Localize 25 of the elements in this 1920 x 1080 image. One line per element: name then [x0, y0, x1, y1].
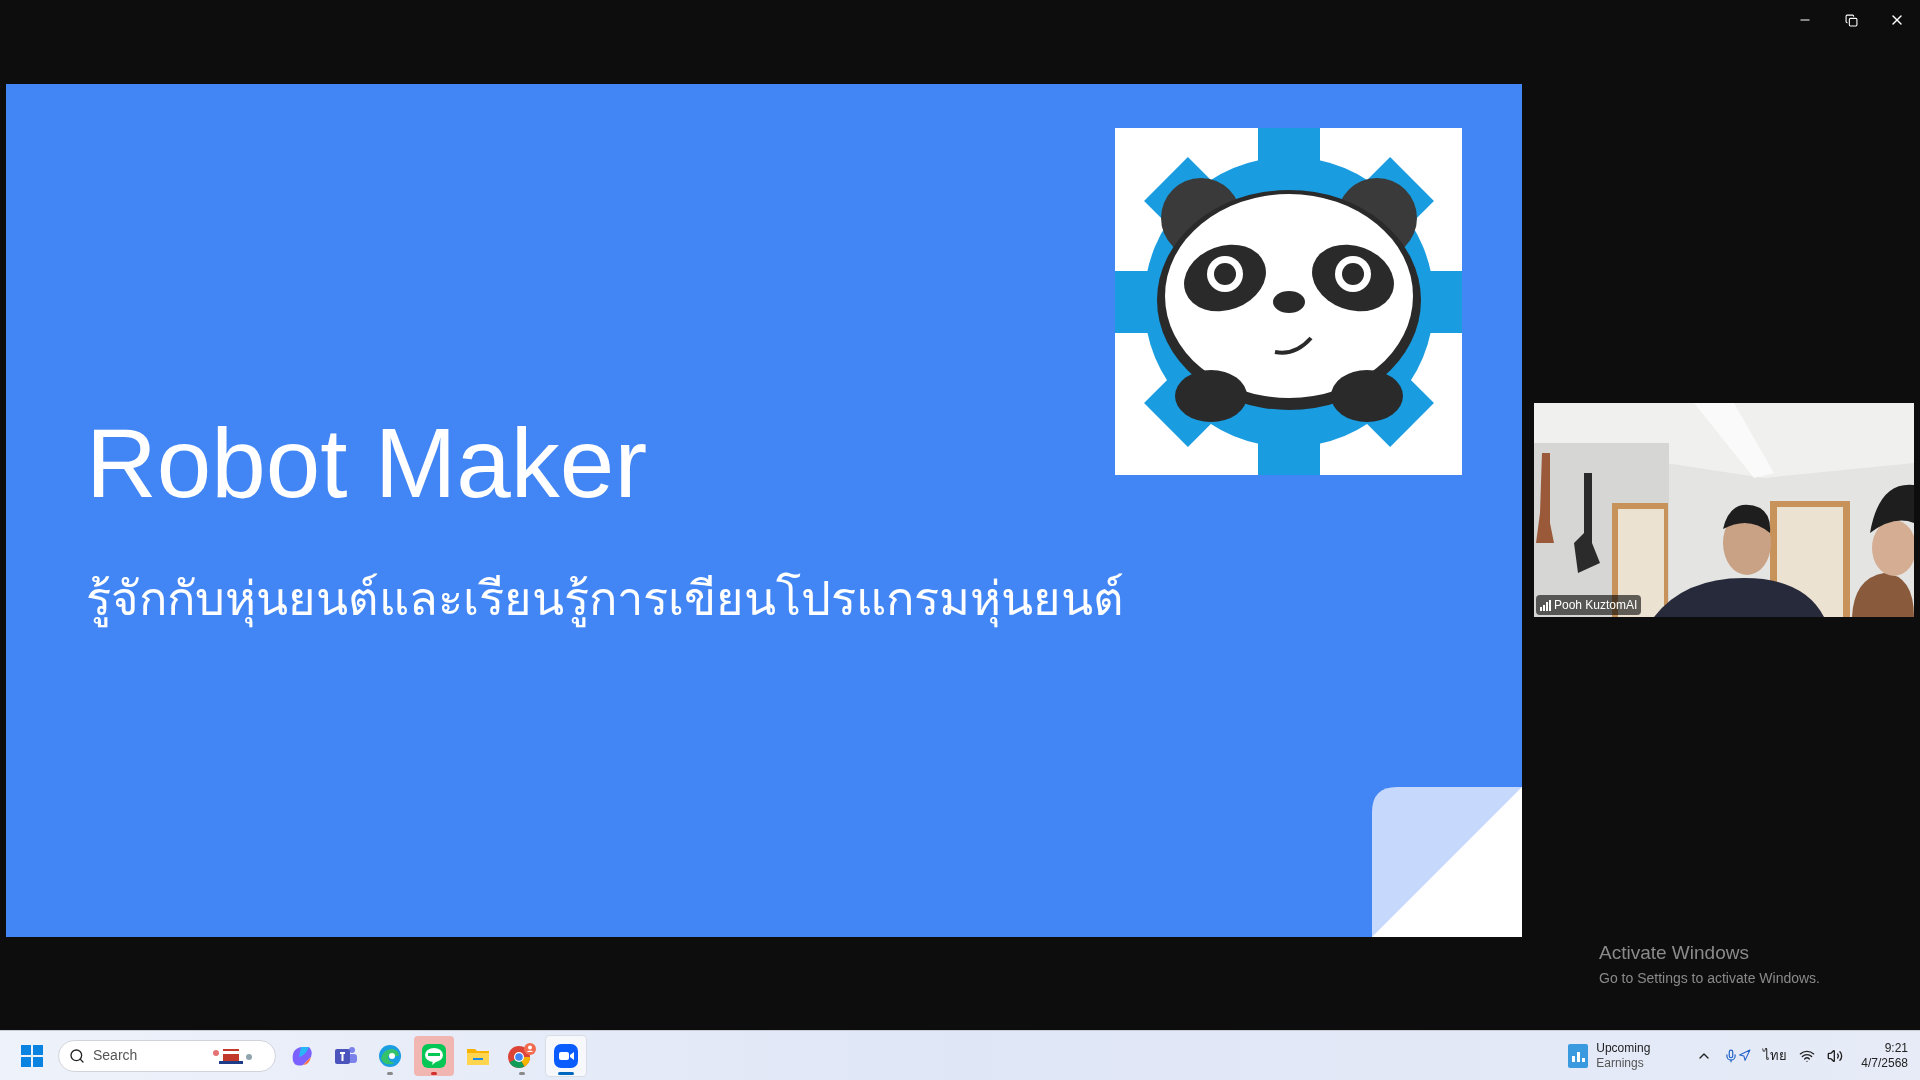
clock-date[interactable]: 4/7/2568	[1861, 1055, 1908, 1071]
slide-title: Robot Maker	[86, 414, 648, 512]
widget-title: Upcoming	[1596, 1040, 1652, 1056]
search-bar[interactable]: Search	[58, 1039, 276, 1072]
search-icon	[69, 1047, 85, 1064]
windows-logo-icon	[21, 1044, 43, 1067]
chart-icon	[1568, 1043, 1589, 1068]
signal-icon	[1540, 599, 1551, 611]
chat-bubble-icon	[421, 1042, 447, 1069]
video-camera-icon	[553, 1042, 579, 1069]
chrome-icon	[507, 1041, 537, 1070]
clock-time[interactable]: 9:21	[1884, 1040, 1908, 1056]
wave-circle-icon	[377, 1042, 403, 1069]
activation-title: Activate Windows	[1599, 941, 1750, 965]
taskbar-app-button[interactable]	[546, 1035, 586, 1076]
restore-icon	[1844, 13, 1858, 27]
activation-message: Go to Settings to activate Windows.	[1599, 968, 1821, 988]
volume-icon[interactable]	[1827, 1047, 1844, 1064]
search-input[interactable]: Search	[93, 1045, 203, 1066]
participant-name: Pooh KuztomAI	[1554, 597, 1638, 614]
widget-subtitle: Earnings	[1596, 1055, 1645, 1071]
microphone-icon[interactable]	[1724, 1048, 1739, 1063]
location-icon[interactable]	[1738, 1049, 1752, 1062]
slide-subtitle: รู้จักกับหุ่นยนต์และเรียนรู้การเขียนโปรแกรมหุ่นยนต์	[86, 570, 1125, 630]
language-indicator[interactable]: ไทย	[1763, 1045, 1788, 1066]
